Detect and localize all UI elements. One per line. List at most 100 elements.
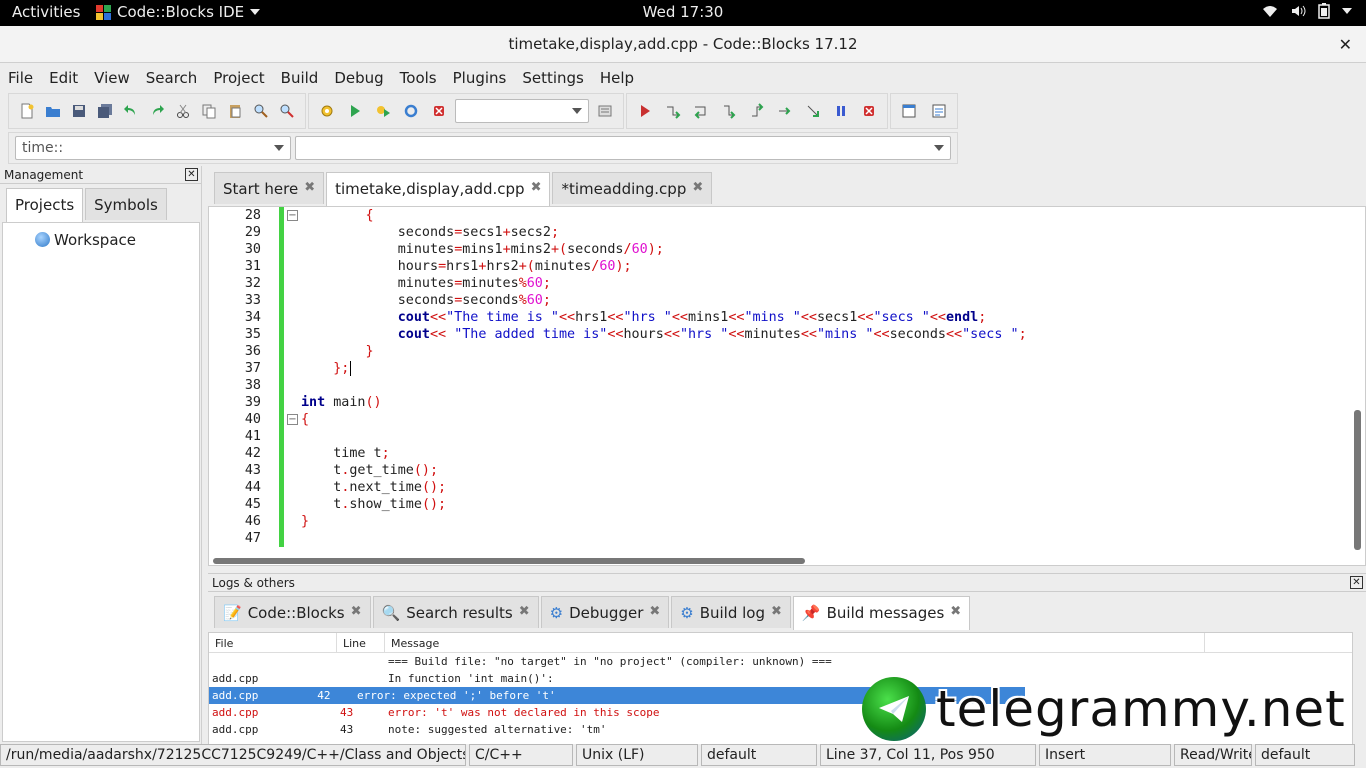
close-tab-icon[interactable]: ✖ (950, 604, 961, 619)
save-button[interactable] (67, 99, 91, 123)
replace-button[interactable] (275, 99, 299, 123)
build-gear-icon[interactable] (315, 99, 339, 123)
tab-timeadding[interactable]: *timeadding.cpp ✖ (552, 172, 713, 204)
target-options-icon[interactable] (593, 99, 617, 123)
menu-tools[interactable]: Tools (392, 63, 445, 92)
activities-button[interactable]: Activities (12, 3, 80, 21)
code-line: 45 t.show_time(); (244, 497, 447, 512)
column-header-line[interactable]: Line (337, 633, 385, 652)
open-file-button[interactable] (41, 99, 65, 123)
code-line: 38 (244, 378, 261, 393)
table-row[interactable]: === Build file: "no target" in "no proje… (209, 653, 1352, 670)
close-tab-icon[interactable]: ✖ (771, 604, 782, 619)
build-target-select[interactable] (455, 99, 589, 123)
tab-projects[interactable]: Projects (6, 188, 84, 222)
code-line: 39 int main() (244, 395, 382, 410)
fold-collapse-icon[interactable]: − (287, 414, 298, 425)
close-tab-icon[interactable]: ✖ (692, 180, 703, 195)
tab-codeblocks-log[interactable]: 📝 Code::Blocks ✖ (214, 596, 371, 628)
step-into-icon[interactable] (717, 99, 741, 123)
tab-build-messages[interactable]: 📌 Build messages ✖ (792, 596, 971, 630)
tab-build-log[interactable]: ⚙ Build log ✖ (671, 596, 791, 628)
paper-plane-icon (862, 677, 926, 741)
close-panel-icon[interactable]: ✕ (1350, 576, 1363, 589)
code-completion-toolbar: time:: (0, 130, 1366, 166)
undo-button[interactable] (119, 99, 143, 123)
tab-symbols[interactable]: Symbols (85, 188, 167, 220)
tab-start-here[interactable]: Start here ✖ (214, 172, 325, 204)
scope-select[interactable]: time:: (15, 136, 291, 160)
menu-build[interactable]: Build (273, 63, 327, 92)
menu-plugins[interactable]: Plugins (445, 63, 515, 92)
rebuild-icon[interactable] (399, 99, 423, 123)
close-window-icon[interactable]: ✕ (1339, 26, 1352, 63)
close-tab-icon[interactable]: ✖ (649, 604, 660, 619)
step-into-instruction-icon[interactable] (801, 99, 825, 123)
build-and-run-icon[interactable] (371, 99, 395, 123)
cut-button[interactable] (171, 99, 195, 123)
find-button[interactable] (249, 99, 273, 123)
debug-start-icon[interactable] (633, 99, 657, 123)
code-line: 33 seconds=seconds%60; (244, 293, 551, 308)
menu-edit[interactable]: Edit (41, 63, 86, 92)
code-line: 44 t.next_time(); (244, 480, 447, 495)
column-header-message[interactable]: Message (385, 633, 1205, 652)
run-icon[interactable] (343, 99, 367, 123)
menu-help[interactable]: Help (592, 63, 642, 92)
code-editor[interactable]: 28 { − 29 seconds=secs1+secs2; 30 minute… (208, 206, 1366, 566)
paste-button[interactable] (223, 99, 247, 123)
code-line: 36 } (244, 344, 374, 359)
vertical-scrollbar[interactable] (1354, 410, 1361, 550)
close-tab-icon[interactable]: ✖ (531, 180, 542, 195)
close-tab-icon[interactable]: ✖ (351, 604, 362, 619)
tab-timetake-display-add[interactable]: timetake,display,add.cpp ✖ (326, 172, 551, 206)
battery-icon (1318, 3, 1330, 19)
save-all-button[interactable] (93, 99, 117, 123)
status-eol: Unix (LF) (576, 744, 698, 766)
abort-icon[interactable] (427, 99, 451, 123)
close-tab-icon[interactable]: ✖ (519, 604, 530, 619)
clock[interactable]: Wed 17:30 (643, 3, 724, 21)
close-panel-icon[interactable]: ✕ (185, 168, 198, 181)
next-line-icon[interactable] (689, 99, 713, 123)
system-tray[interactable] (1262, 3, 1352, 19)
main-toolbar (0, 92, 1366, 130)
chevron-down-icon (934, 145, 944, 151)
close-tab-icon[interactable]: ✖ (304, 180, 315, 195)
new-file-button[interactable] (15, 99, 39, 123)
project-tree[interactable]: Workspace (2, 222, 200, 742)
editor-tabs: Start here ✖ timetake,display,add.cpp ✖ *t… (208, 166, 1366, 206)
debug-windows-icon[interactable] (897, 99, 921, 123)
fold-collapse-icon[interactable]: − (287, 210, 298, 221)
tab-debugger[interactable]: ⚙ Debugger ✖ (540, 596, 670, 628)
code-line: 30 minutes=mins1+mins2+(seconds/60); (244, 242, 664, 257)
code-line: 34 cout<<"The time is "<<hrs1<<"hrs "<<m… (244, 310, 987, 325)
table-header: File Line Message (209, 633, 1352, 653)
menu-settings[interactable]: Settings (514, 63, 592, 92)
stop-debugger-icon[interactable] (857, 99, 881, 123)
pause-icon[interactable] (829, 99, 853, 123)
menu-debug[interactable]: Debug (326, 63, 391, 92)
redo-button[interactable] (145, 99, 169, 123)
debug-info-icon[interactable] (927, 99, 951, 123)
status-bar: /run/media/aadarshx/72125CC7125C9249/C++… (0, 744, 1366, 768)
horizontal-scrollbar[interactable] (213, 558, 805, 564)
next-instruction-icon[interactable] (773, 99, 797, 123)
menu-file[interactable]: File (0, 63, 41, 92)
copy-button[interactable] (197, 99, 221, 123)
column-header-file[interactable]: File (209, 633, 337, 652)
status-access: Read/Write (1174, 744, 1252, 766)
workspace-node[interactable]: Workspace (35, 231, 136, 249)
menu-bar: File Edit View Search Project Build Debu… (0, 63, 1366, 92)
menu-search[interactable]: Search (138, 63, 206, 92)
step-out-icon[interactable] (745, 99, 769, 123)
run-to-cursor-icon[interactable] (661, 99, 685, 123)
menu-project[interactable]: Project (205, 63, 272, 92)
function-select[interactable] (295, 136, 951, 160)
menu-view[interactable]: View (86, 63, 138, 92)
codeblocks-logo-icon (96, 4, 111, 20)
app-menu[interactable]: Code::Blocks IDE (96, 3, 261, 21)
tab-search-results[interactable]: 🔍 Search results ✖ (372, 596, 539, 628)
status-position: Line 37, Col 11, Pos 950 (820, 744, 1036, 766)
code-line: 37 }; (244, 361, 352, 376)
